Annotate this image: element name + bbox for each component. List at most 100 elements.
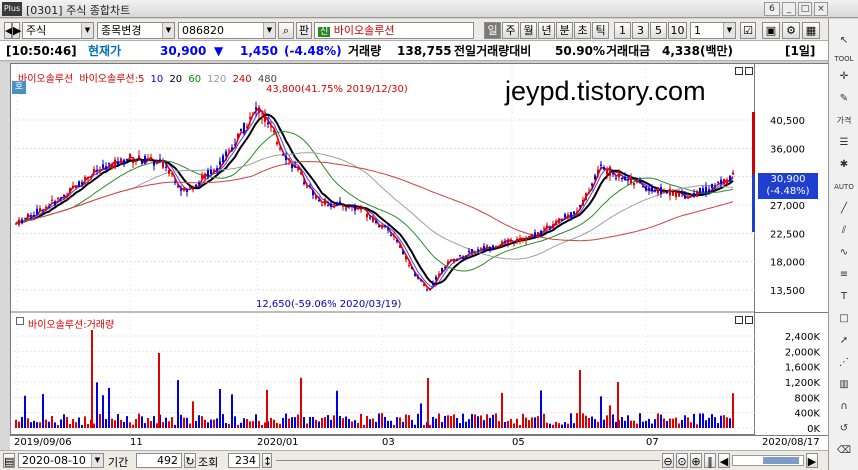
candle-body <box>159 159 161 161</box>
candle-body <box>318 200 320 202</box>
candle-body <box>234 144 236 146</box>
candle-body <box>672 192 674 196</box>
pattern-icon[interactable]: ▥ <box>833 379 855 400</box>
candle-body <box>372 216 374 222</box>
volume-bar <box>141 416 143 428</box>
bars-icon[interactable]: ‖ <box>704 453 716 468</box>
volume-legend: 바이오솔루션:거래량 <box>28 320 115 331</box>
undo-icon[interactable]: ↺ <box>833 423 855 444</box>
volume-bar <box>522 413 524 428</box>
scroll-right-icon[interactable]: ▶ <box>806 453 818 468</box>
candle-body <box>216 168 218 171</box>
erase-icon[interactable]: ⌫ <box>833 445 855 466</box>
zigzag-icon[interactable]: ∿ <box>833 247 855 268</box>
legend-ma120: 120 <box>207 74 227 85</box>
candle-body <box>183 187 185 191</box>
ho-badge[interactable]: 호 <box>12 81 26 94</box>
arrow-icon[interactable]: ➚ <box>833 335 855 356</box>
candle-body <box>135 160 137 162</box>
range-bar-down <box>752 174 755 232</box>
candle-body <box>27 213 29 218</box>
current-pct-label: (-4.48%) <box>766 186 810 197</box>
volume-bar <box>420 403 422 428</box>
lookup-input[interactable]: 234 <box>228 453 260 468</box>
candle-body <box>252 112 254 114</box>
volume-bar <box>198 415 200 428</box>
candle-body <box>99 170 101 172</box>
volume-bar <box>114 420 116 428</box>
volume-bar <box>306 423 308 428</box>
volume-bar <box>339 415 341 428</box>
volume-bar <box>120 419 122 428</box>
candle-body <box>156 161 158 163</box>
spin-icon[interactable]: ↕ <box>262 453 272 468</box>
candle-body <box>675 191 677 197</box>
scroll-left-icon[interactable]: ◀ <box>718 453 730 468</box>
panel-restore-icon[interactable] <box>735 67 743 75</box>
minus-icon[interactable]: ⊖ <box>662 453 674 468</box>
candle-body <box>348 204 350 206</box>
volume-bar <box>519 424 521 428</box>
calendar-icon[interactable]: ▤ <box>3 453 15 468</box>
date-input[interactable]: 2020-08-10 ▼ <box>18 453 104 468</box>
magnet-icon[interactable]: ∩ <box>833 401 855 422</box>
volume-bar <box>387 420 389 428</box>
plus-icon[interactable]: ⊕ <box>690 453 702 468</box>
panel-close-icon[interactable] <box>745 67 753 75</box>
volume-bar <box>414 424 416 428</box>
candle-body <box>507 239 509 245</box>
price-tick-label: 18,000 <box>770 258 805 269</box>
fibonacci-icon[interactable]: ≡ <box>833 269 855 290</box>
candle-body <box>174 181 176 183</box>
candle-body <box>291 164 293 169</box>
star-icon[interactable]: ✱ <box>833 159 855 180</box>
candle-body <box>369 217 371 219</box>
chevron-down-icon[interactable]: ▼ <box>91 454 103 467</box>
volume-bar <box>705 420 707 428</box>
volume-close-icon[interactable] <box>745 316 753 324</box>
candle-body <box>579 205 581 207</box>
fan-icon[interactable]: ⋰ <box>833 357 855 378</box>
candle-body <box>207 170 209 178</box>
volume-bars <box>15 330 734 428</box>
period-input[interactable]: 492 <box>136 453 182 468</box>
date-tick: 2020/01 <box>257 437 299 448</box>
candle-body <box>483 246 485 251</box>
volume-bar <box>633 420 635 428</box>
candle-body <box>642 186 644 188</box>
scrollbar[interactable] <box>732 455 804 466</box>
channel-icon[interactable]: ⫽ <box>833 225 855 246</box>
rectangle-icon[interactable]: □ <box>833 313 855 334</box>
auto-label[interactable]: AUTO <box>833 181 855 202</box>
volume-bar <box>552 424 554 428</box>
scrollbar-thumb[interactable] <box>763 457 799 464</box>
volume-bar <box>645 420 647 428</box>
price-tick-label: 27,000 <box>770 201 805 212</box>
volume-bar <box>462 413 464 428</box>
crosshair-icon[interactable]: ✛ <box>833 71 855 92</box>
zoom-icon[interactable]: ⊙ <box>676 453 688 468</box>
pencil-icon[interactable]: ✎ <box>833 93 855 114</box>
volume-restore-icon[interactable] <box>735 316 743 324</box>
price-tool-label[interactable]: 가격 <box>833 115 855 136</box>
candle-body <box>375 220 377 223</box>
trend-line-icon[interactable]: ╱ <box>833 203 855 224</box>
volume-bar <box>108 387 110 428</box>
candle-body <box>144 155 146 163</box>
candle-body <box>33 214 35 217</box>
scroll-track[interactable] <box>276 460 660 461</box>
text-icon[interactable]: T <box>833 291 855 312</box>
candle-body <box>222 155 224 163</box>
candle-body <box>243 122 245 134</box>
candle-body <box>474 252 476 254</box>
list-icon[interactable]: ☰ <box>833 137 855 158</box>
volume-bar <box>465 421 467 428</box>
volume-bar <box>342 418 344 428</box>
volume-bar <box>366 415 368 428</box>
legend-ma60: 60 <box>188 74 202 85</box>
candle-body <box>555 221 557 225</box>
volume-bar <box>57 424 59 428</box>
volume-bar <box>606 415 608 428</box>
refresh-icon[interactable]: ↻ <box>184 453 196 468</box>
volume-toggle-icon[interactable] <box>16 317 24 325</box>
